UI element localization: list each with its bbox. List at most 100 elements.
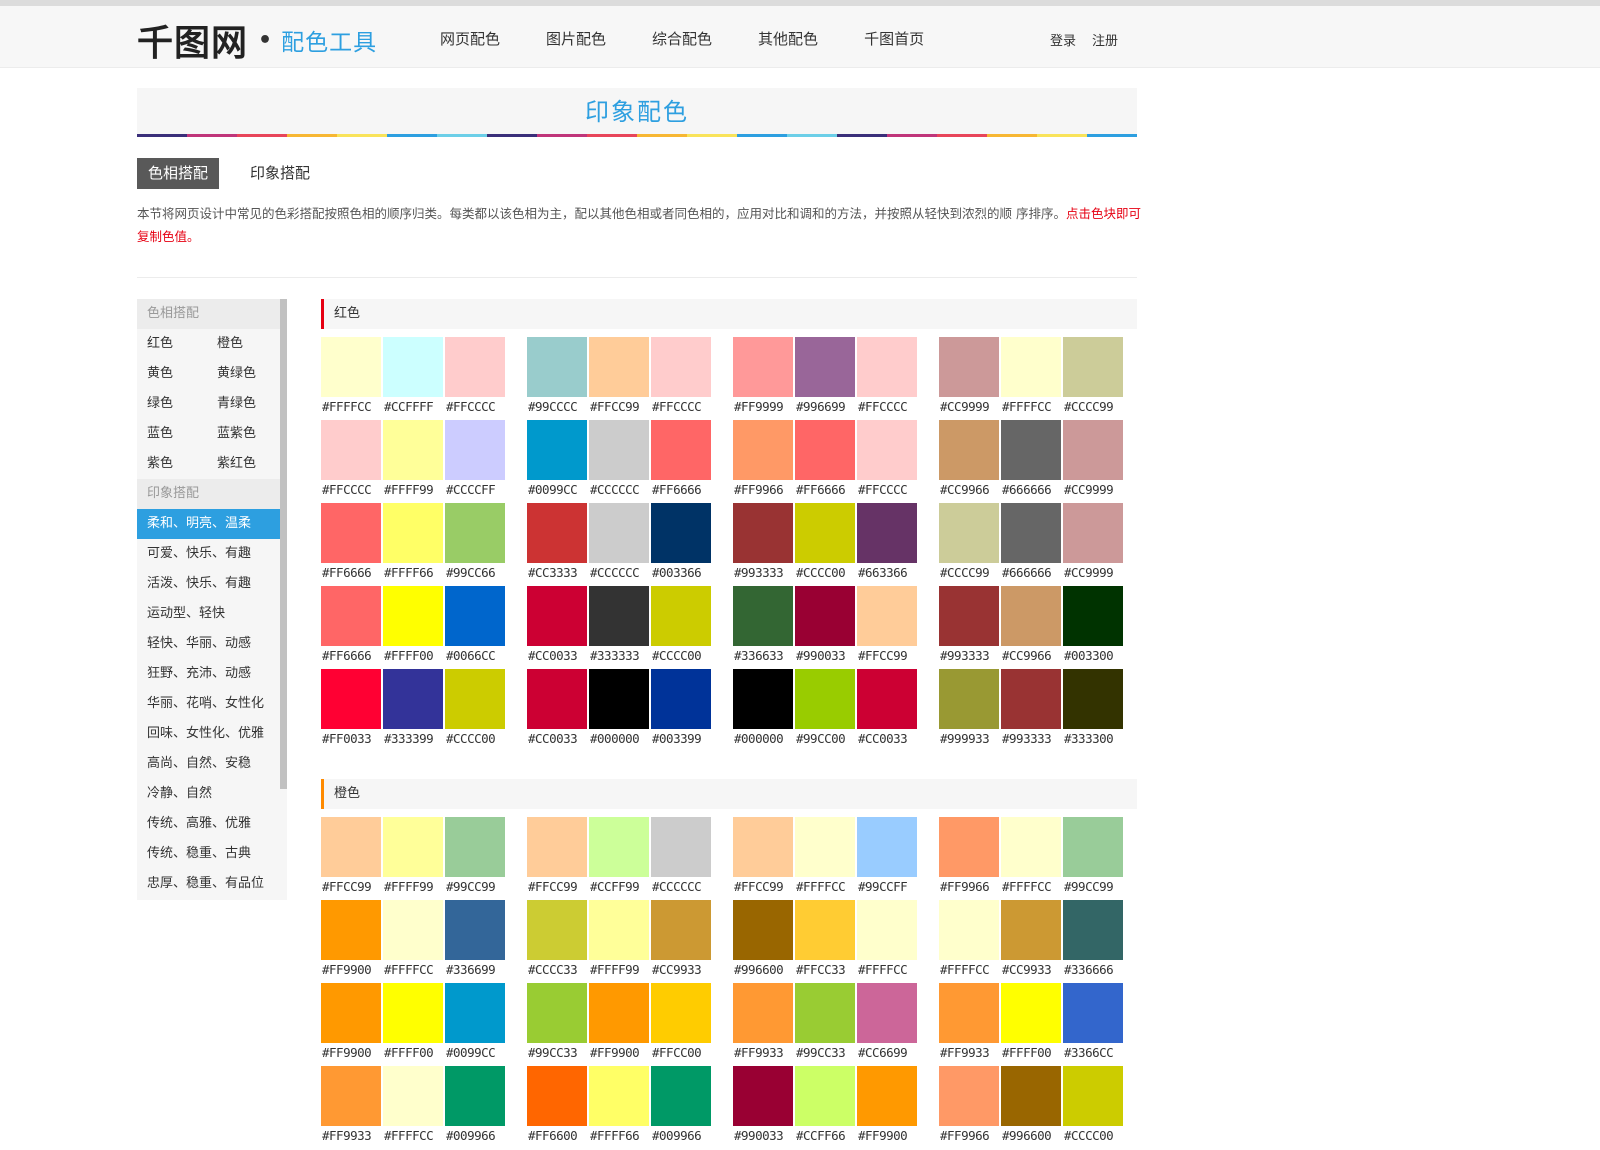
sidebar-item-hue[interactable]: 绿色 [137, 389, 207, 419]
color-swatch[interactable] [733, 503, 793, 563]
sidebar-item-impression[interactable]: 活泼、快乐、有趣 [137, 569, 280, 599]
color-swatch[interactable] [1001, 503, 1061, 563]
color-swatch[interactable] [383, 669, 443, 729]
sidebar-item-impression[interactable]: 可爱、快乐、有趣 [137, 539, 280, 569]
sidebar-item-impression[interactable]: 传统、高雅、优雅 [137, 809, 280, 839]
logo[interactable]: 千图网 • 配色工具 [137, 20, 377, 64]
sidebar-item-hue[interactable]: 黄绿色 [207, 359, 277, 389]
color-swatch[interactable] [527, 669, 587, 729]
color-swatch[interactable] [795, 983, 855, 1043]
sidebar-item-impression[interactable]: 高尚、自然、安稳 [137, 749, 280, 779]
color-swatch[interactable] [527, 337, 587, 397]
color-swatch[interactable] [733, 900, 793, 960]
color-swatch[interactable] [527, 983, 587, 1043]
color-swatch[interactable] [383, 900, 443, 960]
color-swatch[interactable] [651, 337, 711, 397]
color-swatch[interactable] [733, 817, 793, 877]
color-swatch[interactable] [1001, 983, 1061, 1043]
color-swatch[interactable] [383, 983, 443, 1043]
color-swatch[interactable] [321, 586, 381, 646]
color-swatch[interactable] [383, 337, 443, 397]
color-swatch[interactable] [1063, 420, 1123, 480]
color-swatch[interactable] [589, 420, 649, 480]
color-swatch[interactable] [445, 503, 505, 563]
color-swatch[interactable] [589, 817, 649, 877]
color-swatch[interactable] [651, 817, 711, 877]
color-swatch[interactable] [383, 420, 443, 480]
color-swatch[interactable] [1001, 817, 1061, 877]
color-swatch[interactable] [795, 503, 855, 563]
sidebar-item-impression[interactable]: 忠厚、稳重、有品位 [137, 869, 280, 899]
sidebar-item-hue[interactable]: 黄色 [137, 359, 207, 389]
color-swatch[interactable] [321, 817, 381, 877]
color-swatch[interactable] [1001, 669, 1061, 729]
color-swatch[interactable] [1001, 1066, 1061, 1126]
color-swatch[interactable] [795, 337, 855, 397]
color-swatch[interactable] [651, 669, 711, 729]
color-swatch[interactable] [445, 900, 505, 960]
color-swatch[interactable] [589, 586, 649, 646]
nav-home[interactable]: 千图首页 [864, 28, 924, 49]
color-swatch[interactable] [1063, 900, 1123, 960]
tab-impression[interactable]: 印象搭配 [239, 158, 321, 189]
color-swatch[interactable] [651, 900, 711, 960]
color-swatch[interactable] [651, 1066, 711, 1126]
color-swatch[interactable] [1001, 337, 1061, 397]
color-swatch[interactable] [445, 669, 505, 729]
color-swatch[interactable] [321, 1066, 381, 1126]
color-swatch[interactable] [383, 503, 443, 563]
color-swatch[interactable] [857, 817, 917, 877]
sidebar-item-hue[interactable]: 紫色 [137, 449, 207, 479]
color-swatch[interactable] [1063, 983, 1123, 1043]
color-swatch[interactable] [527, 817, 587, 877]
color-swatch[interactable] [527, 900, 587, 960]
color-swatch[interactable] [1063, 337, 1123, 397]
color-swatch[interactable] [733, 1066, 793, 1126]
color-swatch[interactable] [321, 420, 381, 480]
nav-other-colors[interactable]: 其他配色 [758, 28, 818, 49]
color-swatch[interactable] [1063, 586, 1123, 646]
login-link[interactable]: 登录 [1050, 30, 1076, 49]
sidebar-item-impression[interactable]: 冷静、自然 [137, 779, 280, 809]
color-swatch[interactable] [795, 669, 855, 729]
color-swatch[interactable] [857, 900, 917, 960]
sidebar-item-hue[interactable]: 红色 [137, 329, 207, 359]
color-swatch[interactable] [651, 503, 711, 563]
color-swatch[interactable] [445, 1066, 505, 1126]
color-swatch[interactable] [857, 1066, 917, 1126]
color-swatch[interactable] [445, 420, 505, 480]
color-swatch[interactable] [857, 586, 917, 646]
color-swatch[interactable] [795, 900, 855, 960]
color-swatch[interactable] [527, 586, 587, 646]
color-swatch[interactable] [857, 669, 917, 729]
color-swatch[interactable] [733, 669, 793, 729]
color-swatch[interactable] [589, 983, 649, 1043]
color-swatch[interactable] [445, 983, 505, 1043]
color-swatch[interactable] [1063, 1066, 1123, 1126]
color-swatch[interactable] [321, 337, 381, 397]
sidebar-item-hue[interactable]: 青绿色 [207, 389, 277, 419]
sidebar-scrollbar[interactable] [280, 299, 287, 789]
sidebar-item-hue[interactable]: 紫红色 [207, 449, 277, 479]
color-swatch[interactable] [939, 817, 999, 877]
color-swatch[interactable] [795, 420, 855, 480]
color-swatch[interactable] [939, 900, 999, 960]
color-swatch[interactable] [445, 817, 505, 877]
color-swatch[interactable] [651, 586, 711, 646]
color-swatch[interactable] [589, 1066, 649, 1126]
color-swatch[interactable] [939, 503, 999, 563]
color-swatch[interactable] [383, 586, 443, 646]
color-swatch[interactable] [589, 900, 649, 960]
color-swatch[interactable] [939, 983, 999, 1043]
color-swatch[interactable] [1063, 817, 1123, 877]
color-swatch[interactable] [857, 503, 917, 563]
color-swatch[interactable] [939, 669, 999, 729]
sidebar-item-hue[interactable]: 蓝紫色 [207, 419, 277, 449]
color-swatch[interactable] [795, 586, 855, 646]
color-swatch[interactable] [383, 817, 443, 877]
color-swatch[interactable] [1063, 503, 1123, 563]
color-swatch[interactable] [795, 1066, 855, 1126]
color-swatch[interactable] [939, 1066, 999, 1126]
color-swatch[interactable] [1063, 669, 1123, 729]
color-swatch[interactable] [1001, 420, 1061, 480]
